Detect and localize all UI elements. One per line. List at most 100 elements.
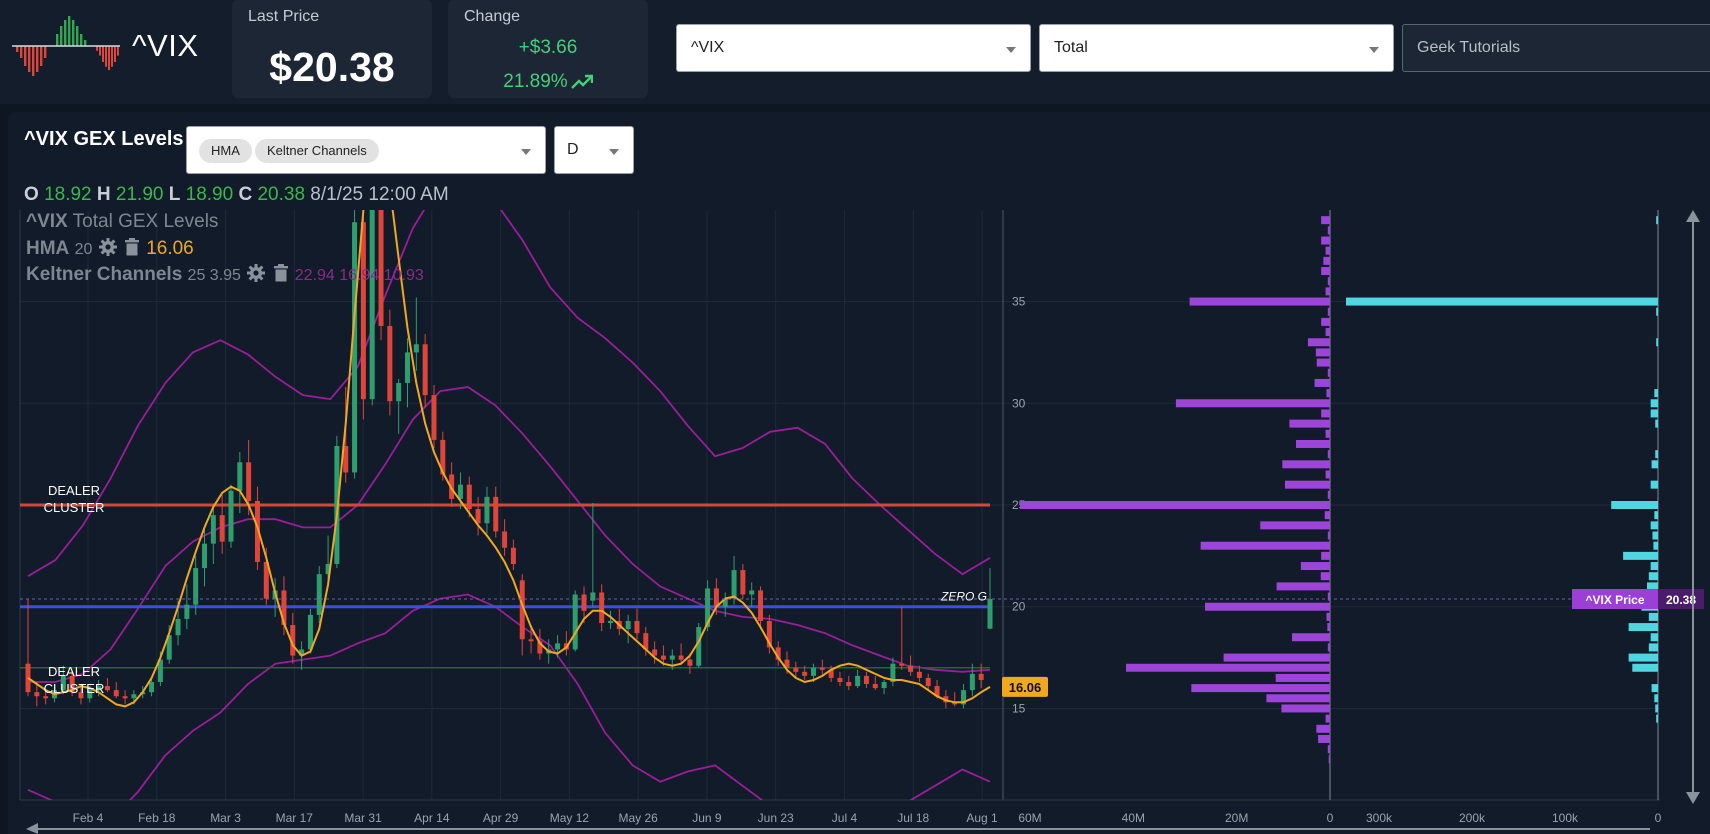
gex-put-bar: [1656, 307, 1658, 316]
candle-body: [175, 618, 181, 636]
candle-body: [184, 604, 190, 619]
gex-call-bar: [1282, 460, 1330, 469]
candle-body: [237, 462, 243, 491]
candle-body: [502, 531, 508, 548]
indicator-chip-keltner[interactable]: Keltner Channels: [255, 139, 379, 163]
candle-body: [34, 692, 40, 697]
gear-icon[interactable]: [246, 263, 266, 283]
gex-put-bar: [1623, 551, 1658, 560]
gex-call-bar: [1223, 653, 1330, 662]
gex-call-bar: [1321, 216, 1330, 225]
level-label-line: CLUSTER: [44, 500, 105, 515]
candle-body: [228, 490, 234, 542]
gex-call-bar: [1327, 226, 1330, 235]
candle-body: [555, 643, 561, 650]
candle-body: [484, 496, 490, 524]
gex-put-bar: [1650, 562, 1658, 571]
gex-put-bar: [1656, 714, 1658, 723]
legend-hma-name: HMA: [26, 238, 70, 259]
gex-call-bar: [1315, 348, 1330, 357]
gex-call-bar: [1325, 287, 1330, 296]
gex-call-bar: [1276, 582, 1330, 591]
zero-gamma-label: ZERO G: [940, 590, 987, 604]
gex-call-bar: [1125, 663, 1330, 672]
y-tick-label: 20: [1012, 600, 1026, 614]
candle-body: [793, 667, 799, 672]
gex-put-bar: [1648, 643, 1658, 652]
plot-area: [20, 210, 993, 800]
level-label-line: CLUSTER: [44, 681, 105, 696]
x-tick-label: Aug 1: [966, 811, 998, 825]
chevron-down-icon: [521, 149, 531, 155]
high-value: 21.90: [115, 184, 164, 205]
gex-put-bar: [1654, 694, 1658, 703]
gex-call-bar: [1325, 470, 1330, 479]
indicator-chip-hma[interactable]: HMA: [199, 139, 252, 163]
candle-body: [625, 620, 631, 630]
gex-call-bar: [1327, 368, 1330, 377]
gex-right-tick-label: 100k: [1552, 811, 1579, 825]
gex-call-bar: [1327, 490, 1330, 499]
candle-body: [149, 682, 155, 693]
x-tick-label: Mar 17: [276, 811, 314, 825]
y-tick-label: 35: [1012, 295, 1026, 309]
gex-call-bar: [1325, 246, 1330, 255]
trash-icon[interactable]: [272, 263, 290, 283]
arrow-left-icon: [26, 823, 38, 834]
gex-put-bar: [1650, 480, 1658, 489]
legend-hma-value: 16.06: [146, 238, 194, 259]
candle-body: [43, 696, 49, 699]
keltner-middle-band: [28, 386, 991, 683]
gex-right-tick-label: 300k: [1366, 811, 1393, 825]
timeframe-select[interactable]: D: [554, 126, 634, 174]
gex-call-bar: [1327, 277, 1330, 286]
candle-body: [987, 598, 993, 629]
gex-call-bar: [1200, 541, 1330, 550]
level-label-line: DEALER: [48, 664, 100, 679]
gex-put-bar: [1648, 612, 1658, 621]
gex-call-bar: [1323, 256, 1330, 265]
price-badge-value: 20.38: [1666, 593, 1696, 607]
gex-left-tick-label: 60M: [1018, 811, 1041, 825]
x-tick-label: May 26: [618, 811, 658, 825]
gex-call-bar: [1191, 684, 1330, 693]
ohlc-readout: O 18.92 H 21.90 L 18.90 C 20.38 8/1/25 1…: [24, 184, 449, 206]
gex-call-bar: [1289, 419, 1330, 428]
candle-body: [969, 673, 975, 691]
legend-series: ^VIX Total GEX Levels: [26, 211, 218, 233]
legend-keltner: Keltner Channels 25 3.95 22.94 16.94 10.…: [26, 263, 424, 286]
gear-icon[interactable]: [98, 237, 118, 257]
candle-body: [510, 547, 516, 564]
gex-put-bar: [1652, 531, 1658, 540]
y-tick-label: 15: [1012, 701, 1026, 715]
candle-body: [360, 222, 366, 400]
close-value: 20.38: [257, 184, 306, 205]
candle-body: [475, 509, 481, 524]
candle-body: [855, 675, 861, 687]
legend-hma: HMA 20 16.06: [26, 237, 194, 260]
candle-body: [925, 677, 931, 687]
indicator-select[interactable]: HMA Keltner Channels: [186, 126, 546, 174]
gex-put-bar: [1655, 450, 1658, 459]
high-label: H: [96, 184, 111, 205]
gex-put-bar: [1650, 399, 1658, 408]
gex-call-bar: [1324, 511, 1330, 520]
candle-body: [758, 590, 764, 621]
candle-body: [422, 344, 428, 396]
gex-call-bar: [1318, 734, 1330, 743]
x-tick-label: Mar 31: [344, 811, 382, 825]
x-tick-label: May 12: [550, 811, 590, 825]
gex-call-bar: [1326, 389, 1330, 398]
legend-keltner-name: Keltner Channels: [26, 264, 183, 285]
x-tick-label: Jul 4: [832, 811, 858, 825]
candle-body: [846, 682, 852, 687]
gex-put-bar: [1628, 623, 1658, 632]
candle-body: [246, 462, 252, 501]
gex-call-bar: [1321, 409, 1330, 418]
gex-right-tick-label: 0: [1655, 811, 1662, 825]
gex-call-bar: [1205, 602, 1330, 611]
trash-icon[interactable]: [123, 237, 141, 257]
candle-body: [740, 570, 746, 595]
gex-put-bar: [1651, 684, 1658, 693]
gex-put-bar: [1655, 419, 1658, 428]
